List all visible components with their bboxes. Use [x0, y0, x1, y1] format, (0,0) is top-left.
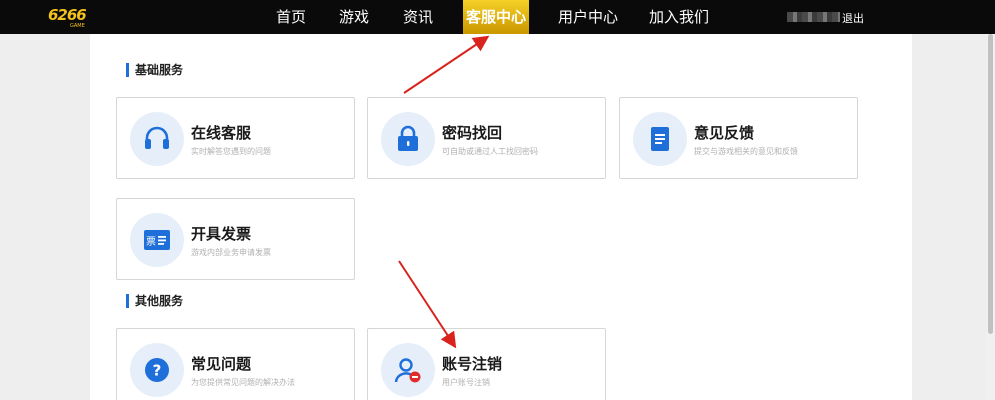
svg-text:票: 票 [146, 236, 156, 248]
nav-customer-service[interactable]: 客服中心 [463, 0, 529, 34]
card-title: 在线客服 [191, 124, 252, 142]
card-icon-circle: 票 [130, 213, 184, 267]
card-description: 为您提供常见问题的解决办法 [191, 378, 295, 387]
card-icon-circle [633, 112, 687, 166]
section-title-basic: 基础服务 [126, 63, 183, 77]
card-password-recovery[interactable]: 密码找回 可自助或通过人工找回密码 [367, 97, 606, 179]
logo-subtext: GAME [70, 23, 85, 29]
top-nav-bar: 6266 GAME 首页 游戏 资讯 客服中心 用户中心 加入我们 退出 [0, 0, 995, 34]
document-icon [651, 127, 669, 151]
scrollbar-thumb[interactable] [988, 34, 993, 334]
nav-user-center[interactable]: 用户中心 [552, 0, 624, 34]
section-title-other: 其他服务 [126, 294, 183, 308]
nav-join-us[interactable]: 加入我们 [643, 0, 715, 34]
card-faq[interactable]: ? 常见问题 为您提供常见问题的解决办法 [116, 328, 355, 400]
card-icon-circle [381, 343, 435, 397]
card-feedback[interactable]: 意见反馈 提交与游戏相关的意见和反馈 [619, 97, 858, 179]
card-description: 游戏内部业务申请发票 [191, 248, 271, 257]
page-scrollbar[interactable] [986, 34, 995, 400]
card-title: 意见反馈 [694, 124, 755, 142]
nav-games[interactable]: 游戏 [331, 0, 377, 34]
card-account-deletion[interactable]: 账号注销 用户账号注销 [367, 328, 606, 400]
invoice-icon: 票 [144, 230, 170, 250]
headset-icon [145, 126, 169, 149]
card-title: 密码找回 [442, 124, 503, 142]
question-icon: ? [145, 358, 169, 382]
card-icon-circle [130, 112, 184, 166]
nav-news[interactable]: 资讯 [395, 0, 441, 34]
service-panel: 基础服务 在线客服 实时解答您遇到的问题 密码找回 可自助或通过人工找回密码 意… [90, 34, 912, 400]
card-icon-circle: ? [130, 343, 184, 397]
site-logo[interactable]: 6266 GAME [48, 6, 87, 30]
svg-text:?: ? [153, 362, 162, 380]
card-online-support[interactable]: 在线客服 实时解答您遇到的问题 [116, 97, 355, 179]
card-invoice[interactable]: 票 开具发票 游戏内部业务申请发票 [116, 198, 355, 280]
logout-link[interactable]: 退出 [842, 10, 864, 26]
username-redacted [787, 12, 840, 22]
card-icon-circle [381, 112, 435, 166]
card-title: 常见问题 [191, 355, 252, 373]
lock-icon [398, 125, 418, 151]
nav-home[interactable]: 首页 [268, 0, 314, 34]
card-title: 账号注销 [442, 355, 503, 373]
card-description: 实时解答您遇到的问题 [191, 147, 271, 156]
card-title: 开具发票 [191, 225, 252, 243]
user-remove-icon [394, 358, 421, 383]
card-description: 用户账号注销 [442, 378, 490, 387]
card-description: 提交与游戏相关的意见和反馈 [694, 147, 798, 156]
logo-text: 6266 [48, 6, 87, 24]
card-description: 可自助或通过人工找回密码 [442, 147, 538, 156]
